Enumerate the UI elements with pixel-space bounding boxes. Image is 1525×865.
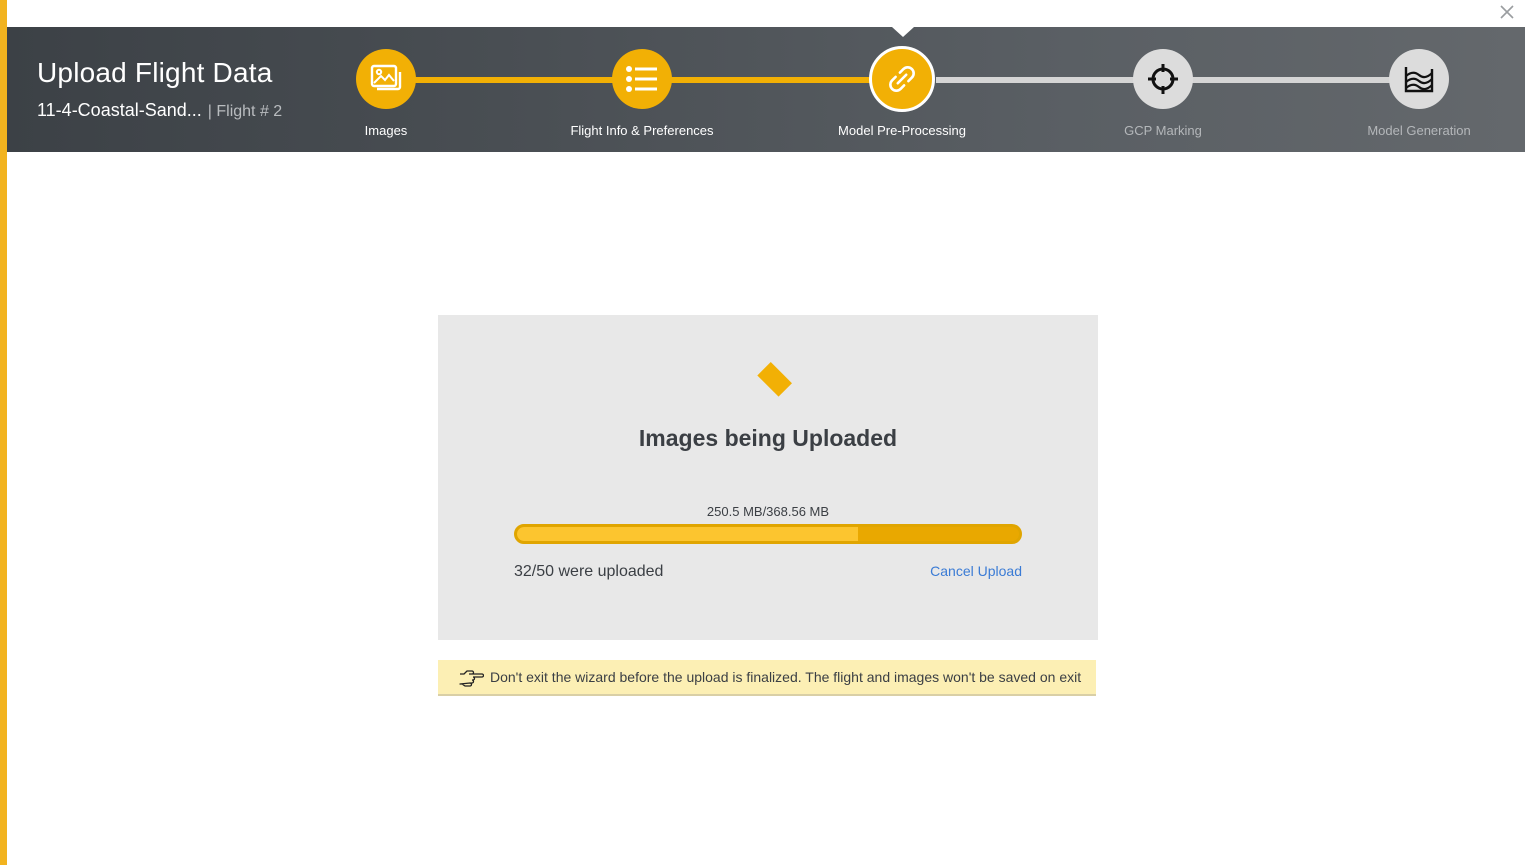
- step-label-flight-info: Flight Info & Preferences: [570, 123, 714, 138]
- close-button[interactable]: [1495, 0, 1519, 24]
- pointing-hand-icon: [459, 670, 484, 687]
- upload-status-card: Images being Uploaded 250.5 MB/368.56 MB…: [438, 315, 1098, 640]
- upload-size-text: 250.5 MB/368.56 MB: [706, 504, 830, 519]
- step-track-3: [936, 77, 1136, 83]
- cancel-upload-link[interactable]: Cancel Upload: [930, 563, 1022, 579]
- images-icon: [370, 64, 402, 91]
- upload-progress-bar: [514, 524, 1022, 544]
- upload-title: Images being Uploaded: [638, 425, 898, 451]
- crosshair-icon: [1148, 64, 1178, 94]
- page-title: Upload Flight Data: [37, 57, 273, 88]
- step-track-4: [1192, 77, 1392, 83]
- flight-number: | Flight # 2: [207, 103, 283, 120]
- notice-text: Don't exit the wizard before the upload …: [490, 669, 1082, 685]
- wizard-header: Upload Flight Data 11-4-Coastal-Sand... |…: [7, 27, 1525, 152]
- active-step-pointer: [892, 27, 914, 37]
- step-flight-info[interactable]: [612, 49, 672, 109]
- left-accent-bar: [0, 0, 7, 865]
- step-images[interactable]: [356, 49, 416, 109]
- step-label-model-generation: Model Generation: [1367, 123, 1471, 138]
- step-model-preprocessing[interactable]: [869, 46, 935, 112]
- loading-diamond-icon: [757, 362, 792, 397]
- upload-count-text: 32/50 were uploaded: [514, 563, 664, 580]
- link-icon: [889, 66, 915, 92]
- project-name: 11-4-Coastal-Sand...: [37, 100, 202, 120]
- upload-warning-notice: Don't exit the wizard before the upload …: [438, 660, 1096, 696]
- step-track-1: [415, 77, 615, 83]
- close-icon: [1500, 5, 1514, 19]
- step-label-model-preprocessing: Model Pre-Processing: [838, 123, 966, 138]
- list-icon: [626, 66, 657, 92]
- step-label-images: Images: [364, 123, 408, 138]
- layers-chart-icon: [1404, 67, 1434, 93]
- flight-subtitle: 11-4-Coastal-Sand... | Flight # 2: [37, 100, 282, 121]
- step-label-gcp-marking: GCP Marking: [1124, 123, 1202, 138]
- step-model-generation[interactable]: [1389, 49, 1449, 109]
- step-gcp-marking[interactable]: [1133, 49, 1193, 109]
- upload-progress-fill: [517, 527, 859, 541]
- step-track-2: [671, 77, 871, 83]
